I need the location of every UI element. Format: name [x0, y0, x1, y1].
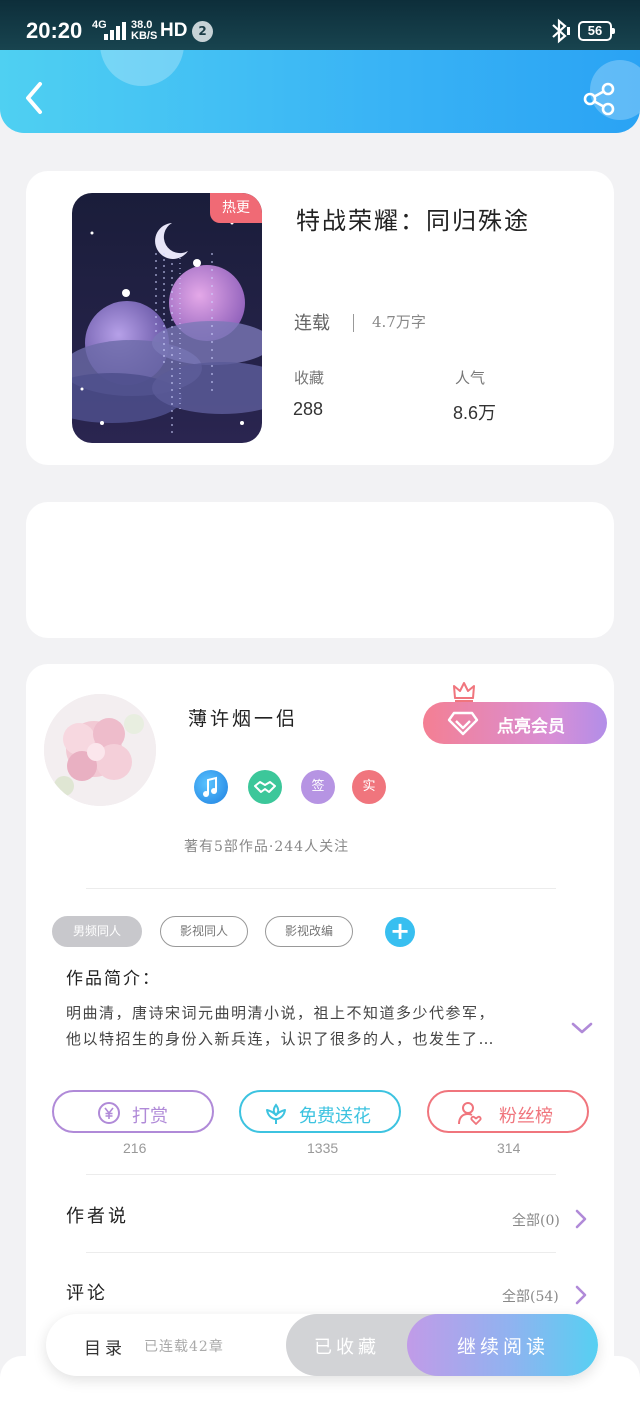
author-says-title: 作者说	[66, 1206, 129, 1227]
add-tag-button[interactable]: +	[385, 917, 415, 947]
fan-count: 314	[497, 1140, 521, 1156]
flower-count: 1335	[307, 1140, 339, 1156]
battery-level: 56	[578, 21, 615, 41]
chevron-down-icon[interactable]	[570, 1020, 594, 1036]
divider	[86, 888, 556, 889]
network-speed: 38.0 KB/S	[131, 19, 158, 42]
ad-placeholder-card	[26, 502, 614, 638]
divider	[86, 1174, 556, 1175]
chevron-right-icon[interactable]	[574, 1284, 588, 1306]
send-flower-button[interactable]: 免费送花	[239, 1090, 401, 1133]
status-time: 20:20	[26, 18, 83, 43]
decor-bubble	[100, 50, 184, 86]
word-count: 4.7万字	[372, 313, 426, 331]
yen-coin-icon	[98, 1102, 120, 1124]
music-note-icon[interactable]	[194, 770, 228, 804]
comments-title: 评论	[66, 1283, 108, 1304]
book-title: 特战荣耀：同归殊途	[296, 207, 530, 235]
book-cover[interactable]: 热更	[72, 193, 262, 443]
author-works-followers: 著有5部作品·244人关注	[184, 839, 350, 855]
divider	[86, 1252, 556, 1253]
handshake-glyph	[254, 781, 276, 793]
author-avatar[interactable]	[44, 694, 156, 806]
signed-author-badge[interactable]: 签	[301, 770, 335, 804]
tag-item[interactable]: 影视同人	[160, 916, 248, 947]
activate-vip-button[interactable]: 点亮会员	[423, 702, 607, 744]
divider	[353, 314, 354, 332]
favorites-count: 288	[293, 399, 324, 419]
hd-indicator: HD	[160, 20, 188, 41]
continue-reading-button[interactable]: 继续阅读	[407, 1314, 598, 1376]
vip-button-label: 点亮会员	[497, 717, 565, 737]
serial-status: 连载	[294, 313, 330, 334]
continue-reading-label: 继续阅读	[457, 1336, 550, 1358]
flower-icon	[266, 1103, 286, 1124]
back-arrow-icon[interactable]	[20, 78, 50, 118]
table-of-contents-button[interactable]: 目录	[84, 1334, 126, 1359]
bluetooth-icon	[552, 18, 570, 44]
handshake-icon[interactable]	[248, 770, 282, 804]
tip-button[interactable]: 打赏	[52, 1090, 214, 1133]
collected-label: 已收藏	[314, 1337, 380, 1358]
bottom-action-bar: 目录 已连载42章 已收藏 继续阅读	[46, 1314, 598, 1376]
chapter-progress: 已连载42章	[144, 1339, 224, 1355]
fan-user-icon	[458, 1102, 482, 1125]
favorites-label: 收藏	[294, 369, 325, 387]
send-flower-label: 免费送花	[299, 1106, 371, 1127]
tip-count: 216	[123, 1140, 147, 1156]
tag-item[interactable]: 男频同人	[52, 916, 142, 947]
avatar-image	[44, 694, 156, 806]
verified-badge[interactable]: 实	[352, 770, 386, 804]
share-icon[interactable]	[582, 82, 616, 116]
fan-ranking-button[interactable]: 粉丝榜	[427, 1090, 589, 1133]
chevron-right-icon[interactable]	[574, 1208, 588, 1230]
comments-all-link[interactable]: 全部(54)	[502, 1286, 559, 1306]
notification-count: 2	[192, 21, 213, 42]
top-nav-bar	[0, 50, 640, 133]
intro-line: 明曲清，唐诗宋词元曲明清小说，祖上不知道多少代参军，	[66, 1004, 496, 1022]
author-says-all-link[interactable]: 全部(0)	[512, 1210, 560, 1230]
author-detail-card: 薄许烟一侣 点亮会员 签 实 著有5部作品·244人关注 男频同人 影视同人 影…	[26, 664, 614, 1404]
popularity-count: 8.6万	[453, 403, 497, 423]
author-name[interactable]: 薄许烟一侣	[188, 704, 298, 731]
book-cover-illustration	[72, 193, 262, 443]
book-info-card: 热更 特战荣耀：同归殊途 连载 4.7万字 收藏 288 人气 8.6万	[26, 171, 614, 465]
popularity-label: 人气	[455, 369, 486, 387]
tag-item[interactable]: 影视改编	[265, 916, 353, 947]
signal-icon	[104, 22, 126, 40]
fan-ranking-label: 粉丝榜	[499, 1106, 553, 1127]
music-note-glyph	[203, 776, 217, 797]
hot-update-badge: 热更	[210, 193, 262, 223]
intro-line: 他以特招生的身份入新兵连，认识了很多的人，也发生了…	[66, 1030, 496, 1048]
intro-heading: 作品简介：	[66, 969, 161, 989]
crown-icon	[453, 682, 475, 702]
diamond-icon	[447, 711, 479, 736]
tip-label: 打赏	[132, 1106, 168, 1127]
intro-text: 明曲清，唐诗宋词元曲明清小说，祖上不知道多少代参军， 他以特招生的身份入新兵连，…	[66, 1000, 556, 1052]
